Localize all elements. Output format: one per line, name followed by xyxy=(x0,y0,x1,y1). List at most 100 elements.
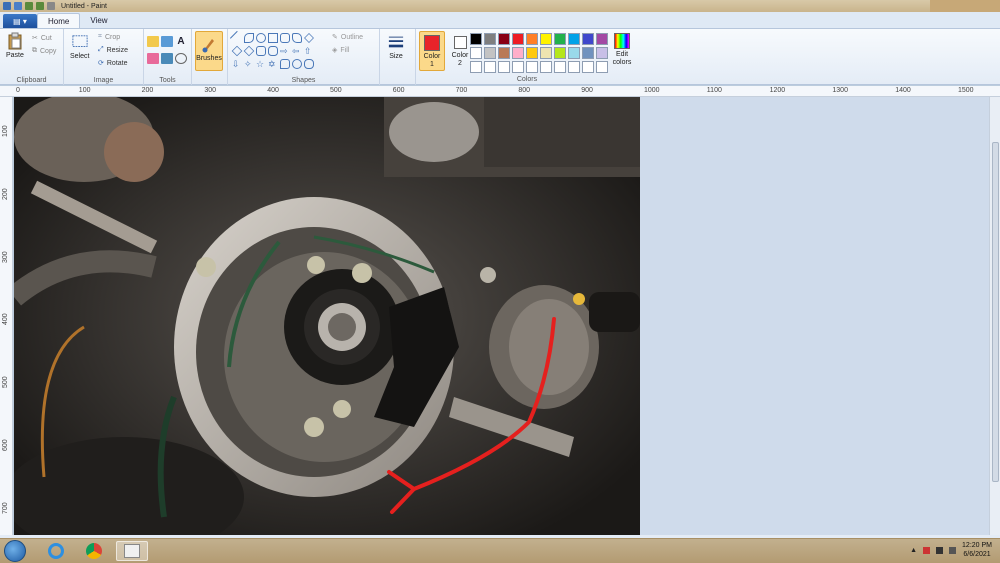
redo-icon[interactable] xyxy=(36,2,44,10)
color-swatch[interactable] xyxy=(568,33,580,45)
color-swatch[interactable] xyxy=(526,47,538,59)
save-icon[interactable] xyxy=(14,2,22,10)
color-swatch[interactable] xyxy=(498,47,510,59)
tab-home[interactable]: Home xyxy=(37,13,81,28)
cut-label: Cut xyxy=(40,34,52,42)
line-shape-icon[interactable] xyxy=(229,30,245,46)
diamond-shape-icon[interactable] xyxy=(243,45,255,57)
edit-colors-button[interactable]: Edit colors xyxy=(609,33,635,67)
outline-button[interactable]: ✎ Outline xyxy=(332,33,363,42)
network-icon[interactable] xyxy=(949,546,957,554)
cloud-callout-shape-icon[interactable] xyxy=(304,59,314,69)
color-swatch[interactable] xyxy=(498,33,510,45)
color-swatch[interactable] xyxy=(470,33,482,45)
oval-shape-icon[interactable] xyxy=(256,33,266,43)
color-swatch[interactable] xyxy=(596,61,608,73)
ruler-tick-label: 200 xyxy=(2,188,9,200)
up-arrow-shape-icon[interactable]: ⇧ xyxy=(304,46,314,56)
select-button[interactable]: Select xyxy=(70,33,89,60)
color-swatch[interactable] xyxy=(540,61,552,73)
color-swatch[interactable] xyxy=(498,61,510,73)
color-swatch[interactable] xyxy=(582,61,594,73)
color-palette xyxy=(470,33,608,73)
resize-button[interactable]: ⤢ Resize xyxy=(98,46,128,54)
scrollbar-thumb[interactable] xyxy=(992,142,999,482)
curve-shape-icon[interactable] xyxy=(244,33,254,43)
vertical-scrollbar[interactable] xyxy=(989,97,1000,535)
chrome-taskbar-icon[interactable] xyxy=(78,541,110,561)
color-swatch[interactable] xyxy=(526,61,538,73)
five-point-star-shape-icon[interactable]: ☆ xyxy=(256,59,266,69)
size-button[interactable]: Size xyxy=(388,33,404,60)
fill-button[interactable]: ◈ Fill xyxy=(332,46,349,55)
window-controls[interactable] xyxy=(930,0,1000,12)
internet-explorer-taskbar-icon[interactable] xyxy=(40,541,72,561)
color-swatch[interactable] xyxy=(568,61,580,73)
color-swatch[interactable] xyxy=(484,33,496,45)
text-tool-icon[interactable]: A xyxy=(175,36,187,47)
color-swatch[interactable] xyxy=(540,47,552,59)
polygon-shape-icon[interactable] xyxy=(292,33,302,43)
six-point-star-shape-icon[interactable]: ✡ xyxy=(268,59,278,69)
rounded-rectangle-shape-icon[interactable] xyxy=(280,33,290,43)
pencil-icon[interactable] xyxy=(147,36,159,47)
ruler-tick-label: 500 xyxy=(2,376,9,389)
paint-menu-button[interactable]: ▤ ▾ xyxy=(3,14,37,28)
color-swatch[interactable] xyxy=(554,47,566,59)
show-hidden-icons-icon[interactable]: ▲ xyxy=(910,547,917,554)
start-button-icon[interactable] xyxy=(4,540,26,562)
clock[interactable]: 12:20 PM 6/6/2021 xyxy=(962,541,992,559)
color-swatch[interactable] xyxy=(596,47,608,59)
color-swatch[interactable] xyxy=(512,33,524,45)
power-icon[interactable] xyxy=(936,546,944,554)
color1-button[interactable]: Color 1 xyxy=(419,31,445,71)
paste-button[interactable]: Paste xyxy=(6,32,24,59)
copy-button[interactable]: ⧉ Copy xyxy=(32,47,56,55)
oval-callout-shape-icon[interactable] xyxy=(292,59,302,69)
brushes-group: Brushes xyxy=(192,29,228,85)
cut-button[interactable]: ✂ Cut xyxy=(32,34,52,43)
color-swatch[interactable] xyxy=(582,33,594,45)
clock-date: 6/6/2021 xyxy=(963,551,991,558)
color-swatch[interactable] xyxy=(512,61,524,73)
pentagon-shape-icon[interactable] xyxy=(256,46,266,56)
drawing-canvas[interactable] xyxy=(14,97,640,535)
brushes-button[interactable]: Brushes xyxy=(195,31,223,71)
four-point-star-shape-icon[interactable]: ✧ xyxy=(244,59,254,69)
callout-shape-icon[interactable] xyxy=(280,59,290,69)
fill-bucket-icon[interactable] xyxy=(161,36,173,47)
color-swatch[interactable] xyxy=(484,61,496,73)
crop-button[interactable]: ⌗ Crop xyxy=(98,33,120,41)
paint-taskbar-icon[interactable] xyxy=(116,541,148,561)
color-swatch[interactable] xyxy=(526,33,538,45)
right-arrow-shape-icon[interactable]: ⇨ xyxy=(280,46,290,56)
rectangle-shape-icon[interactable] xyxy=(268,33,278,43)
color-swatch[interactable] xyxy=(554,33,566,45)
ruler-tick-label: 500 xyxy=(330,87,342,94)
rotate-button[interactable]: ⟳ Rotate xyxy=(98,59,128,68)
color-swatch[interactable] xyxy=(470,47,482,59)
color-swatch[interactable] xyxy=(596,33,608,45)
tab-view[interactable]: View xyxy=(80,13,117,28)
undo-icon[interactable] xyxy=(25,2,33,10)
eraser-icon[interactable] xyxy=(147,53,159,64)
color-swatch[interactable] xyxy=(540,33,552,45)
color2-button[interactable]: Color 2 xyxy=(448,31,472,71)
color-swatch[interactable] xyxy=(554,61,566,73)
triangle-shape-icon[interactable] xyxy=(304,33,314,43)
action-center-icon[interactable] xyxy=(923,546,931,554)
color-swatch[interactable] xyxy=(568,47,580,59)
magnifier-icon[interactable] xyxy=(175,53,187,64)
color-picker-icon[interactable] xyxy=(161,53,173,64)
customize-qat-icon[interactable] xyxy=(47,2,55,10)
paint-app-icon[interactable] xyxy=(3,2,11,10)
paste-label: Paste xyxy=(6,52,24,59)
color-swatch[interactable] xyxy=(582,47,594,59)
down-arrow-shape-icon[interactable]: ⇩ xyxy=(232,59,242,69)
right-triangle-shape-icon[interactable] xyxy=(231,45,243,57)
color-swatch[interactable] xyxy=(512,47,524,59)
hexagon-shape-icon[interactable] xyxy=(268,46,278,56)
color-swatch[interactable] xyxy=(484,47,496,59)
left-arrow-shape-icon[interactable]: ⇦ xyxy=(292,46,302,56)
color-swatch[interactable] xyxy=(470,61,482,73)
